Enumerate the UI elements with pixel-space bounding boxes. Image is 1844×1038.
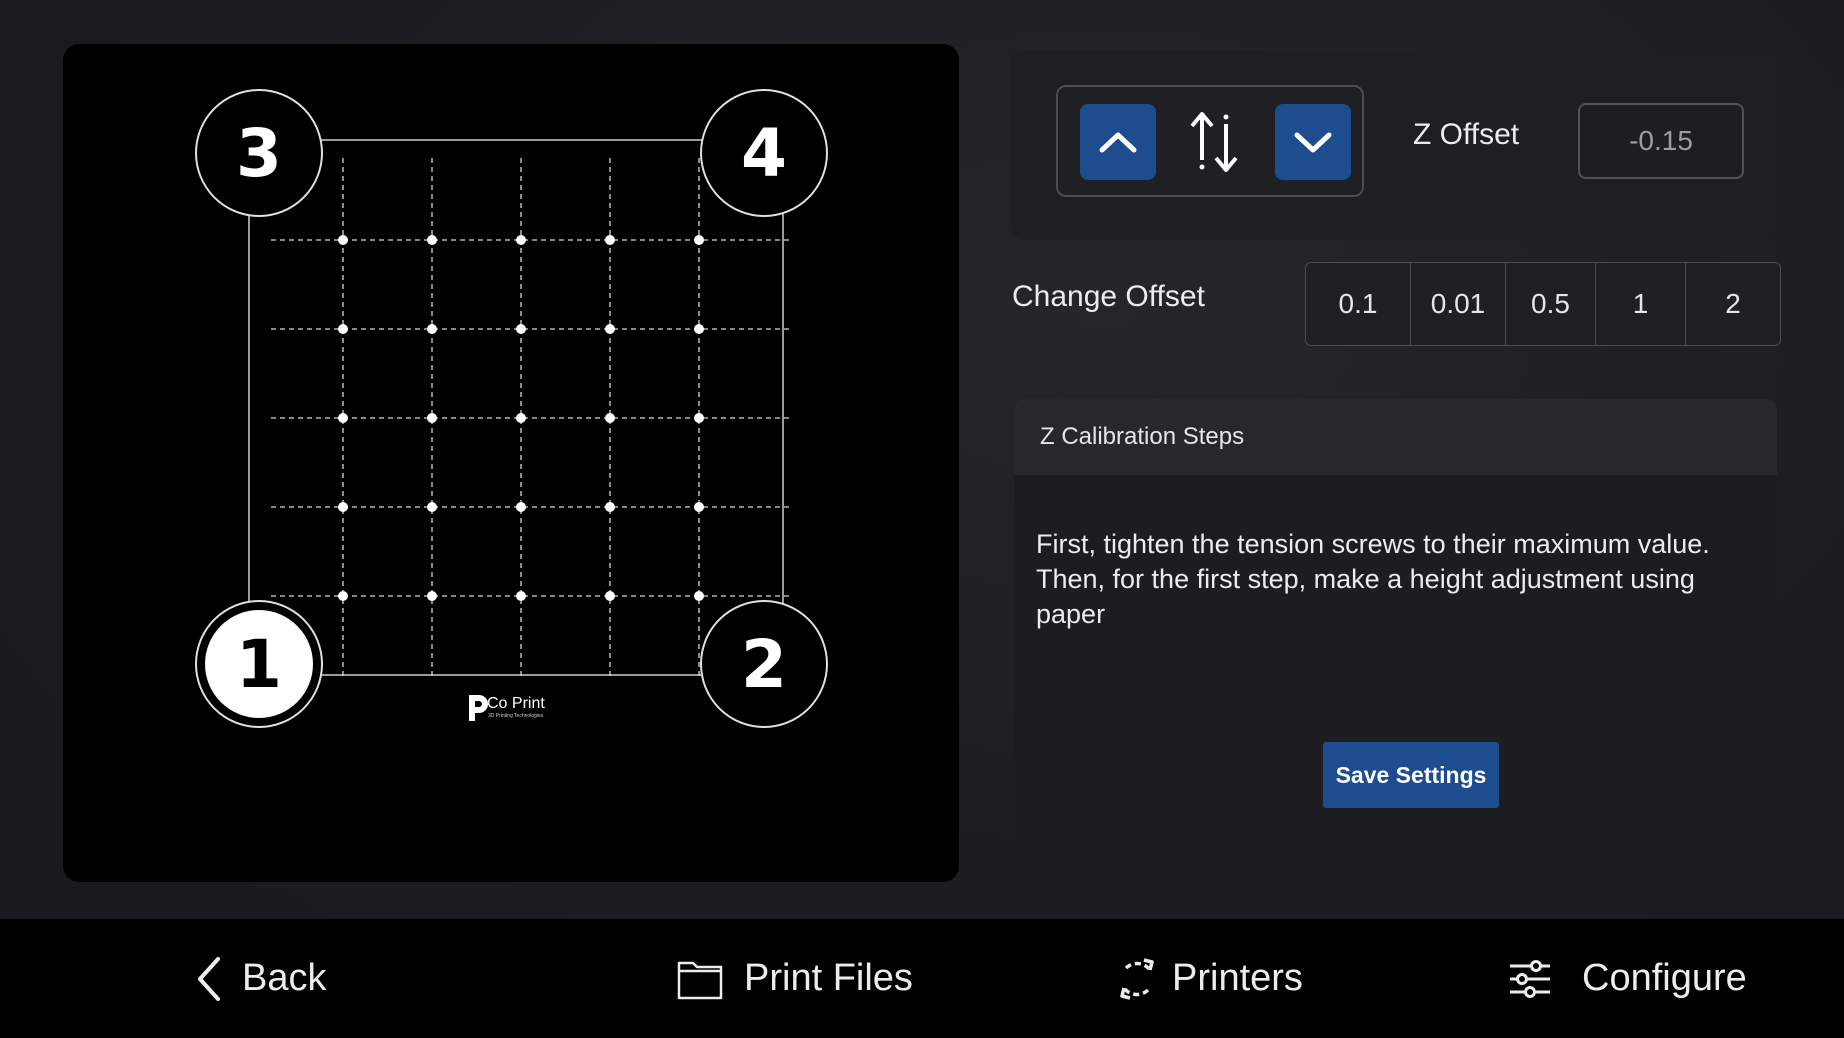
corner-3-label: 3 [236,115,282,192]
step-button-2[interactable]: 2 [1686,263,1780,345]
z-offset-card: Z Offset -0.15 [1010,50,1782,240]
nav-configure-label: Configure [1582,957,1747,999]
chevron-up-icon [1099,132,1137,153]
probe-point [338,235,348,245]
bed-diagram: Co Print 3D Printing Technologies 3 4 1 … [195,89,828,728]
chevron-down-icon [1294,132,1332,153]
folder-icon [676,957,724,1001]
step-button-0.5[interactable]: 0.5 [1506,263,1596,345]
probe-point [694,324,704,334]
probe-point [516,235,526,245]
calibration-instructions: First, tighten the tension screws to the… [1036,529,1710,629]
probe-point [427,502,437,512]
corner-1-label: 1 [236,626,282,703]
coprint-logo: Co Print 3D Printing Technologies [469,695,545,721]
probe-grid-lines [271,158,791,679]
z-axis-icon [1176,104,1252,180]
up-down-arrows-icon [1190,112,1238,172]
change-offset-label: Change Offset [1012,280,1205,313]
probe-point [427,413,437,423]
corner-3-button[interactable]: 3 [195,89,323,217]
coprint-logo-mark [469,695,488,721]
probe-point [694,502,704,512]
probe-point [338,413,348,423]
corner-2-label: 2 [741,626,787,703]
sliders-icon [1508,958,1552,1000]
probe-point [338,502,348,512]
bed-diagram-panel: Co Print 3D Printing Technologies 3 4 1 … [63,44,959,882]
corner-4-label: 4 [741,115,787,192]
save-settings-button[interactable]: Save Settings [1323,742,1499,808]
nav-printers-label: Printers [1172,957,1303,999]
refresh-icon [1114,956,1160,1002]
nav-printers-button[interactable]: Printers [1114,919,1303,1038]
nav-print-files-label: Print Files [744,957,913,999]
probe-point [694,591,704,601]
probe-point [427,591,437,601]
probe-point [694,235,704,245]
nav-print-files-button[interactable]: Print Files [676,919,913,1038]
probe-point [605,235,615,245]
chevron-left-icon [196,956,222,1002]
probe-point [427,235,437,245]
probe-point [605,502,615,512]
step-button-0.01[interactable]: 0.01 [1411,263,1506,345]
nav-back-label: Back [242,957,327,999]
probe-point [427,324,437,334]
corner-1-button[interactable]: 1 [195,600,323,728]
z-jog-group [1056,85,1364,197]
logo-subtext: 3D Printing Technologies [488,713,544,719]
z-offset-label: Z Offset [1413,118,1520,151]
probe-point [338,591,348,601]
probe-point [516,413,526,423]
nav-back-button[interactable]: Back [196,919,326,1038]
probe-point [605,591,615,601]
logo-text: Co Print [487,695,545,712]
calibration-steps-title: Z Calibration Steps [1014,399,1777,475]
probe-point [516,324,526,334]
step-button-0.1[interactable]: 0.1 [1306,263,1411,345]
probe-point [605,324,615,334]
probe-point [605,413,615,423]
probe-point [338,324,348,334]
probe-point [516,502,526,512]
calibration-steps-card: Z Calibration Steps First, tighten the t… [1014,399,1777,839]
z-down-button[interactable] [1275,104,1351,180]
z-offset-value-field[interactable]: -0.15 [1578,103,1744,179]
corner-4-button[interactable]: 4 [700,89,828,217]
probe-point [694,413,704,423]
nav-configure-button[interactable]: Configure [1508,919,1747,1038]
offset-step-selector: 0.1 0.01 0.5 1 2 [1305,262,1781,346]
z-up-button[interactable] [1080,104,1156,180]
probe-point [516,591,526,601]
z-calibration-screen: Co Print 3D Printing Technologies 3 4 1 … [0,0,1844,1038]
step-button-1[interactable]: 1 [1596,263,1686,345]
bottom-nav: Back Print Files Printers Configure [0,919,1844,1038]
corner-2-button[interactable]: 2 [700,600,828,728]
